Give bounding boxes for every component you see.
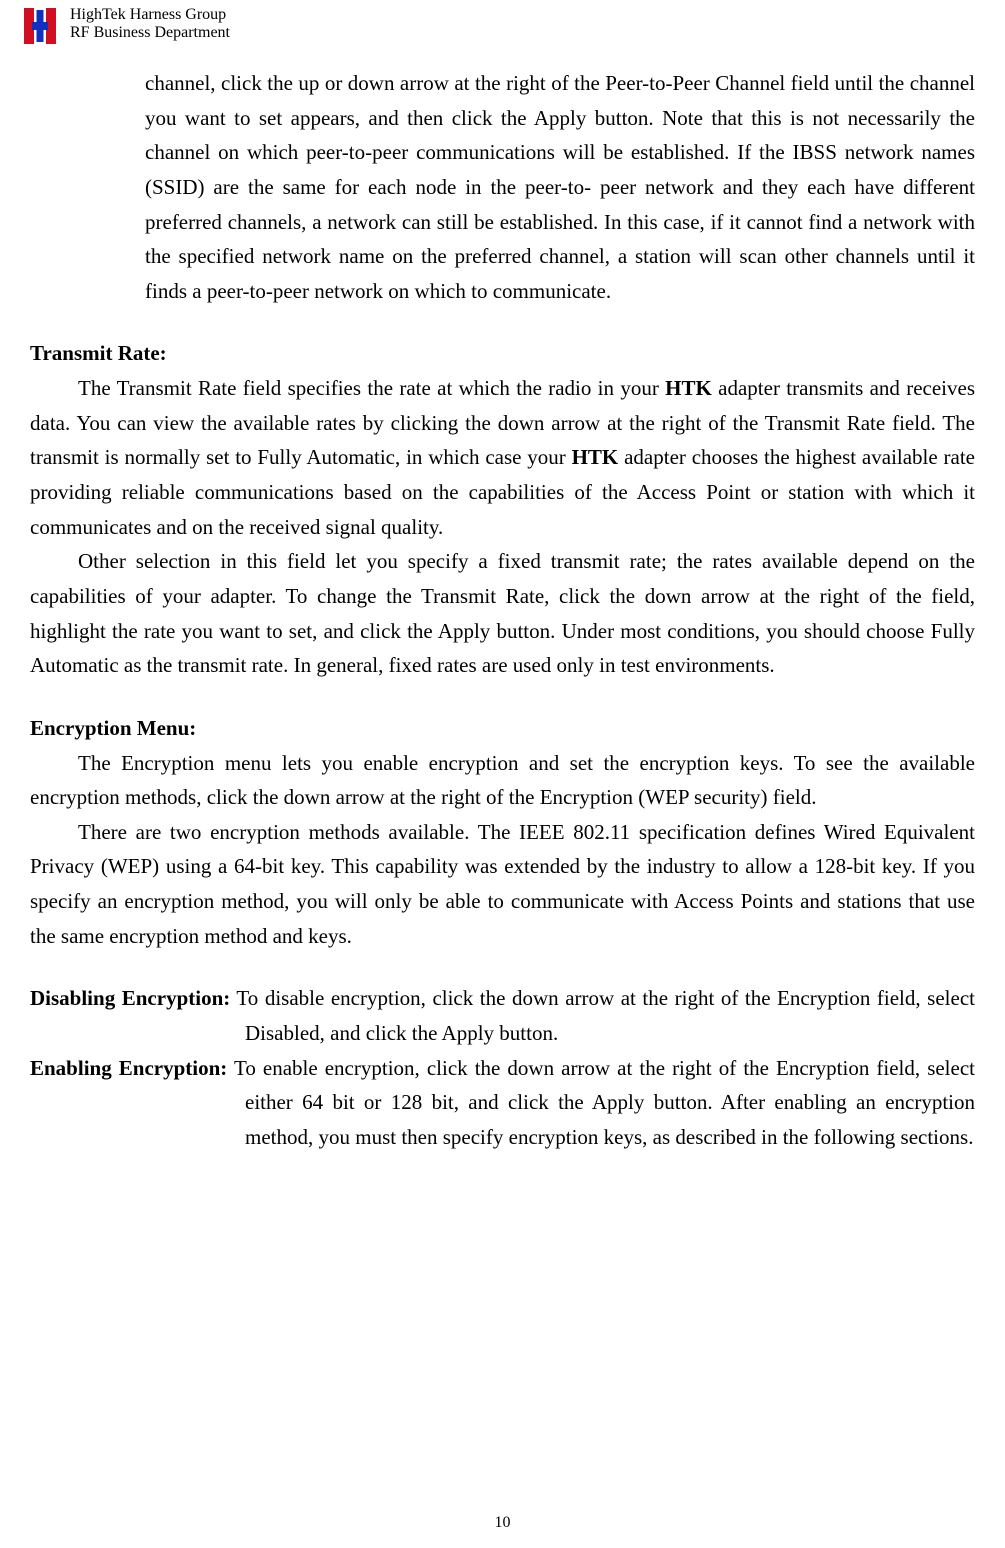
enabling-encryption-line1: Enabling Encryption: To enable encryptio…	[30, 1051, 975, 1155]
enabling-encryption-text: To enable encryption, click the down arr…	[227, 1056, 975, 1149]
company-logo-icon	[18, 4, 62, 48]
spacer	[30, 308, 975, 336]
continued-paragraph: channel, click the up or down arrow at t…	[145, 66, 975, 308]
disabling-encryption-text: To disable encryption, click the down ar…	[230, 986, 975, 1045]
department-name: RF Business Department	[70, 24, 230, 42]
section-title-transmit-rate: Transmit Rate:	[30, 336, 975, 371]
bold-htk: HTK	[665, 376, 712, 400]
company-name: HighTek Harness Group	[70, 6, 230, 24]
encryption-menu-p2: There are two encryption methods availab…	[30, 815, 975, 954]
encryption-menu-p1: The Encryption menu lets you enable encr…	[30, 746, 975, 815]
page-number: 10	[0, 1514, 1005, 1532]
text-run: The Transmit Rate field specifies the ra…	[78, 376, 665, 400]
page-header: HighTek Harness Group RF Business Depart…	[10, 0, 995, 48]
disabling-encryption-line1: Disabling Encryption: To disable encrypt…	[30, 981, 975, 1050]
disabling-encryption-label: Disabling Encryption:	[30, 986, 230, 1010]
transmit-rate-p1: The Transmit Rate field specifies the ra…	[30, 371, 975, 544]
company-header-text: HighTek Harness Group RF Business Depart…	[70, 4, 230, 41]
spacer	[30, 683, 975, 711]
page-content: channel, click the up or down arrow at t…	[10, 48, 995, 1155]
section-title-encryption-menu: Encryption Menu:	[30, 711, 975, 746]
page: HighTek Harness Group RF Business Depart…	[0, 0, 1005, 1548]
bold-htk: HTK	[572, 445, 619, 469]
spacer	[30, 953, 975, 981]
enabling-encryption-label: Enabling Encryption:	[30, 1056, 227, 1080]
transmit-rate-p2: Other selection in this field let you sp…	[30, 544, 975, 683]
